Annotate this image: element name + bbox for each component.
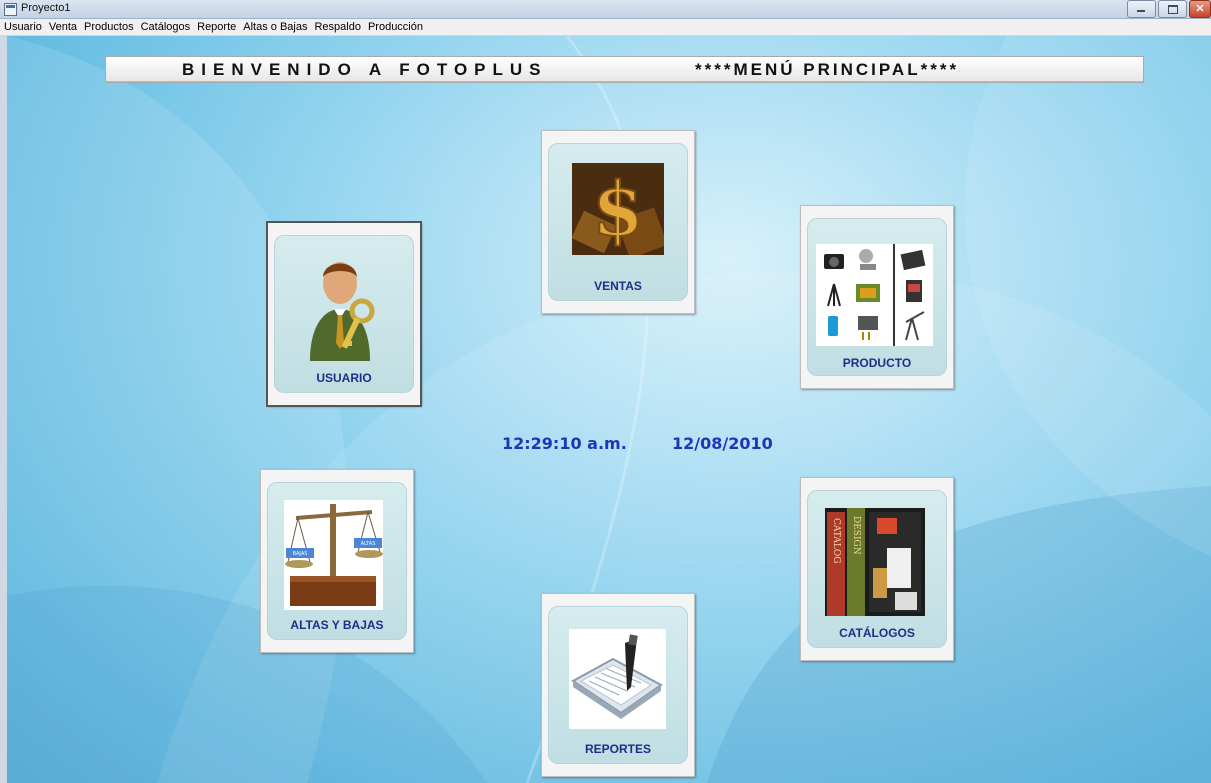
catalog-books-icon: CATALOG DESIGN — [825, 508, 925, 616]
window-title: Proyecto1 — [21, 2, 71, 14]
altas-bajas-label: ALTAS Y BAJAS — [290, 618, 384, 632]
products-icon — [816, 244, 933, 346]
title-bar: Proyecto1 ✕ — [0, 0, 1211, 19]
banner-title: BIENVENIDO A FOTOPLUS — [182, 60, 548, 79]
window-controls: ✕ — [1127, 0, 1211, 18]
menu-altas-bajas[interactable]: Altas o Bajas — [239, 19, 310, 35]
close-button[interactable]: ✕ — [1189, 0, 1211, 18]
menu-productos[interactable]: Productos — [80, 19, 137, 35]
time-display: 12:29:10 a.m. — [502, 434, 627, 453]
main-form: BIENVENIDO A FOTOPLUS ****MENÚ PRINCIPAL… — [7, 36, 1211, 783]
app-icon[interactable] — [4, 3, 17, 16]
menu-bar: Usuario Venta Productos Catálogos Report… — [0, 19, 1211, 35]
scale-icon: BAJAS ALTAS — [284, 500, 383, 610]
reportes-label: REPORTES — [584, 742, 651, 756]
catalogos-label: CATÁLOGOS — [839, 626, 915, 640]
close-icon: ✕ — [1195, 3, 1205, 15]
banner-subtitle: ****MENÚ PRINCIPAL**** — [695, 60, 960, 79]
menu-reporte[interactable]: Reporte — [193, 19, 239, 35]
catalogos-button[interactable]: CATALOG DESIGN CATÁLOGOS — [800, 477, 954, 661]
altas-bajas-button[interactable]: BAJAS ALTAS ALTAS Y BAJAS — [260, 469, 414, 653]
usuario-label: USUARIO — [316, 371, 372, 385]
welcome-banner: BIENVENIDO A FOTOPLUS ****MENÚ PRINCIPAL… — [105, 56, 1144, 83]
menu-produccion[interactable]: Producción — [364, 19, 426, 35]
reportes-button[interactable]: REPORTES — [541, 593, 695, 777]
menu-venta[interactable]: Venta — [45, 19, 80, 35]
user-key-icon — [298, 253, 390, 365]
date-display: 12/08/2010 — [672, 434, 773, 453]
restore-button[interactable] — [1158, 0, 1187, 18]
altas-tag: ALTAS — [361, 541, 376, 547]
minimize-button[interactable] — [1127, 0, 1156, 18]
menu-catalogos[interactable]: Catálogos — [137, 19, 194, 35]
usuario-button[interactable]: USUARIO — [266, 221, 422, 407]
ventas-label: VENTAS — [594, 279, 642, 293]
menu-usuario[interactable]: Usuario — [0, 19, 45, 35]
svg-text:$: $ — [592, 167, 644, 253]
bajas-tag: BAJAS — [293, 551, 308, 557]
catalog-spine-text: CATALOG — [831, 518, 841, 563]
producto-button[interactable]: PRODUCTO — [800, 205, 954, 389]
dollar-icon: $ — [572, 163, 664, 255]
producto-label: PRODUCTO — [842, 356, 912, 370]
design-spine-text: DESIGN — [851, 516, 861, 555]
menu-respaldo[interactable]: Respaldo — [310, 19, 363, 35]
ventas-button[interactable]: $ VENTAS — [541, 130, 695, 314]
report-icon — [569, 629, 666, 729]
restore-icon — [1168, 5, 1178, 14]
minimize-icon — [1137, 10, 1145, 12]
